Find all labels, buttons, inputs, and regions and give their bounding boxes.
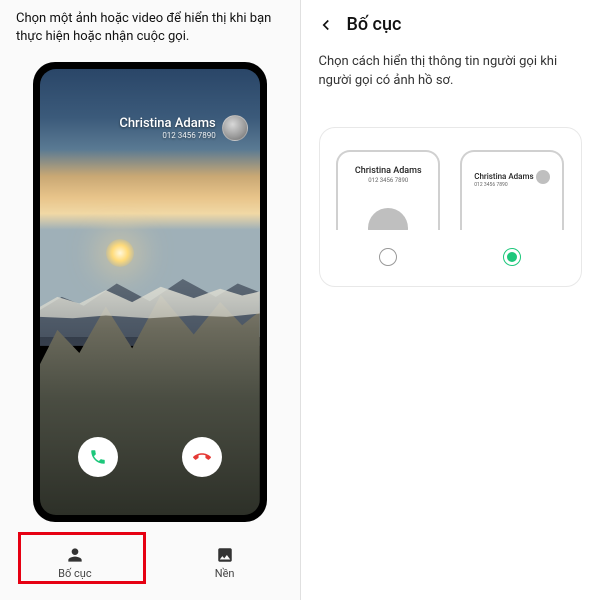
layout-option-centered[interactable]: Christina Adams 012 3456 7890 [336, 150, 440, 266]
bottom-tabs: Bố cục Nền [0, 534, 300, 590]
page-title: Bố cục [347, 14, 402, 35]
caller-avatar [222, 115, 248, 141]
back-chevron-icon[interactable] [317, 16, 335, 34]
tab-layout[interactable]: Bố cục [0, 534, 150, 590]
tab-background[interactable]: Nền [150, 534, 300, 590]
left-description: Chọn một ảnh hoặc video để hiển thị khi … [0, 0, 300, 54]
radio-option-centered[interactable] [379, 248, 397, 266]
mini-name: Christina Adams [338, 166, 438, 176]
layout-option-compact[interactable]: Christina Adams 012 3456 7890 [460, 150, 564, 266]
mini-preview-compact: Christina Adams 012 3456 7890 [460, 150, 564, 230]
mini-avatar [368, 208, 408, 230]
layout-options-card: Christina Adams 012 3456 7890 Christina … [319, 127, 583, 287]
right-description: Chọn cách hiển thị thông tin người gọi k… [301, 45, 600, 107]
mini-preview-centered: Christina Adams 012 3456 7890 [336, 150, 440, 230]
accept-call-button[interactable] [78, 437, 118, 477]
radio-option-compact[interactable] [503, 248, 521, 266]
caller-number: 012 3456 7890 [119, 131, 215, 140]
layout-settings-panel: Bố cục Chọn cách hiển thị thông tin ngườ… [300, 0, 600, 600]
mini-avatar [536, 170, 550, 184]
phone-preview-frame: Christina Adams 012 3456 7890 [33, 62, 267, 522]
person-icon [65, 545, 85, 565]
call-background-settings-panel: Chọn một ảnh hoặc video để hiển thị khi … [0, 0, 300, 600]
right-header: Bố cục [301, 0, 600, 45]
mini-name: Christina Adams [474, 172, 533, 181]
tab-layout-label: Bố cục [58, 567, 91, 580]
phone-accept-icon [89, 448, 107, 466]
caller-name: Christina Adams [119, 116, 215, 131]
mini-number: 012 3456 7890 [474, 182, 533, 188]
image-icon [215, 545, 235, 565]
caller-info: Christina Adams 012 3456 7890 [119, 115, 247, 141]
phone-decline-icon [193, 448, 211, 466]
mini-number: 012 3456 7890 [338, 177, 438, 184]
call-actions [40, 437, 260, 477]
tab-background-label: Nền [215, 567, 235, 580]
decline-call-button[interactable] [182, 437, 222, 477]
phone-preview-screen: Christina Adams 012 3456 7890 [40, 69, 260, 515]
